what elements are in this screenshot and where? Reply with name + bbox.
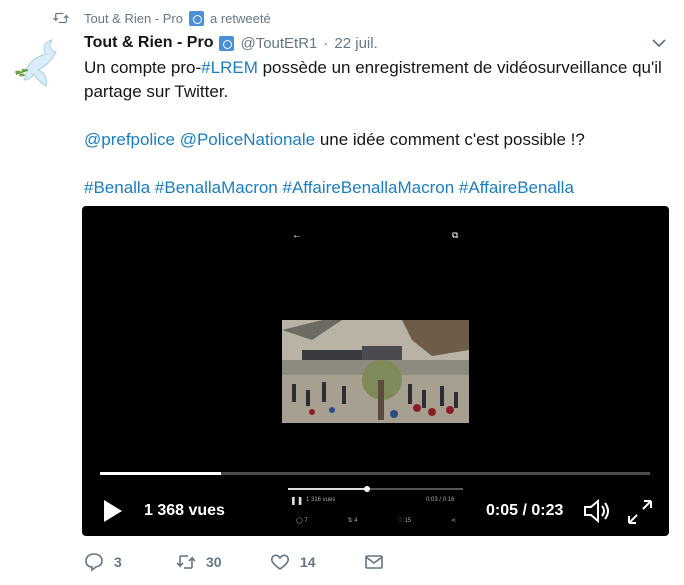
embedded-progress-bar [288, 486, 463, 492]
reply-button[interactable]: 3 [84, 552, 122, 572]
heart-icon [270, 554, 290, 570]
retweet-action-text: a retweeté [210, 10, 271, 26]
un-flag-icon [219, 35, 235, 51]
share-icon: ⋖ [450, 518, 456, 524]
retweet-icon [53, 12, 69, 24]
text-segment: une idée comment c'est possible !? [315, 130, 585, 149]
tweet-actions: 3 30 14 [84, 552, 394, 574]
video-thumbnail [282, 320, 469, 423]
embedded-time: 0:03 / 0:16 [426, 497, 455, 503]
embedded-like-count: 15 [404, 518, 412, 524]
embedded-progress-knob [363, 486, 370, 492]
direct-message-button[interactable] [364, 552, 384, 572]
tweet-text: Un compte pro-#LREM possède un enregistr… [84, 56, 664, 200]
reply-icon [85, 553, 103, 572]
tweet-date[interactable]: 22 juil. [334, 35, 377, 52]
embedded-like: ♡ 15 [397, 517, 411, 524]
envelope-icon [365, 555, 383, 569]
tweet-header: Tout & Rien - Pro @ToutEtR1 · 22 juil. [84, 32, 378, 54]
volume-icon[interactable] [582, 496, 612, 526]
display-name[interactable]: Tout & Rien - Pro [84, 34, 213, 52]
text-segment: Un compte pro- [84, 58, 202, 77]
retweet-icon [176, 555, 196, 569]
heart-icon: ♡ [397, 518, 403, 524]
embedded-retweet: ⇅ 4 [348, 517, 358, 524]
retweet-context: Tout & Rien - Pro a retweeté [52, 8, 271, 28]
embedded-reply: ◯ 7 [296, 517, 308, 524]
tweet-line-1: Un compte pro-#LREM possède un enregistr… [84, 56, 664, 80]
retweeter-name[interactable]: Tout & Rien - Pro [84, 11, 183, 26]
embedded-actions: ◯ 7 ⇅ 4 ♡ 15 ⋖ [296, 517, 456, 524]
embedded-views: 1 316 vues [306, 497, 336, 503]
hashtag-link[interactable]: #Benalla [84, 178, 150, 197]
mention-link[interactable]: @prefpolice [84, 130, 175, 149]
user-handle[interactable]: @ToutEtR1 [240, 35, 317, 52]
chevron-down-icon[interactable] [650, 36, 668, 50]
mention-link[interactable]: @PoliceNationale [180, 130, 315, 149]
pip-icon: ⧉ [452, 230, 459, 240]
video-progress-fill [100, 472, 221, 475]
reply-icon: ◯ [296, 518, 303, 524]
video-time: 0:05 / 0:23 [486, 502, 564, 519]
reply-count: 3 [114, 554, 122, 570]
hashtag-link[interactable]: #BenallaMacron [155, 178, 278, 197]
embedded-player-controls: ❚❚ 1 316 vues 0:03 / 0:16 ◯ 7 ⇅ 4 ♡ 15 ⋖ [282, 482, 469, 532]
hashtag-link[interactable]: #AffaireBenallaMacron [283, 178, 455, 197]
tweet-line-hashtags: #Benalla #BenallaMacron #AffaireBenallaM… [84, 176, 664, 200]
fullscreen-icon[interactable] [626, 498, 654, 526]
retweet-count: 30 [206, 554, 222, 570]
play-icon[interactable] [102, 498, 124, 524]
tweet-line-mentions: @prefpolice @PoliceNationale une idée co… [84, 128, 664, 152]
separator-dot: · [323, 34, 329, 52]
hashtag-link[interactable]: #AffaireBenalla [459, 178, 574, 197]
like-button[interactable]: 14 [270, 552, 316, 572]
embedded-progress-fill [288, 488, 367, 490]
retweet-icon: ⇅ [347, 518, 353, 524]
video-player[interactable]: ← ⧉ ❚❚ 1 316 vues 0:03 / 0:16 ◯ 7 ⇅ 4 ♡ … [82, 206, 669, 536]
embedded-reply-count: 7 [304, 518, 308, 524]
avatar[interactable] [12, 34, 72, 94]
video-progress-bar[interactable] [100, 472, 650, 475]
embedded-pause-icon: ❚❚ [290, 496, 304, 505]
un-flag-icon [189, 10, 204, 26]
text-segment: possède un enregistrement de vidéosurvei… [257, 58, 662, 77]
embedded-retweet-count: 4 [354, 518, 358, 524]
retweet-button[interactable]: 30 [176, 552, 222, 572]
view-count: 1 368 vues [144, 502, 225, 519]
tweet-line-2: partage sur Twitter. [84, 82, 229, 101]
hashtag-link[interactable]: #LREM [201, 58, 258, 77]
like-count: 14 [300, 554, 316, 570]
back-arrow-icon: ← [292, 230, 302, 241]
